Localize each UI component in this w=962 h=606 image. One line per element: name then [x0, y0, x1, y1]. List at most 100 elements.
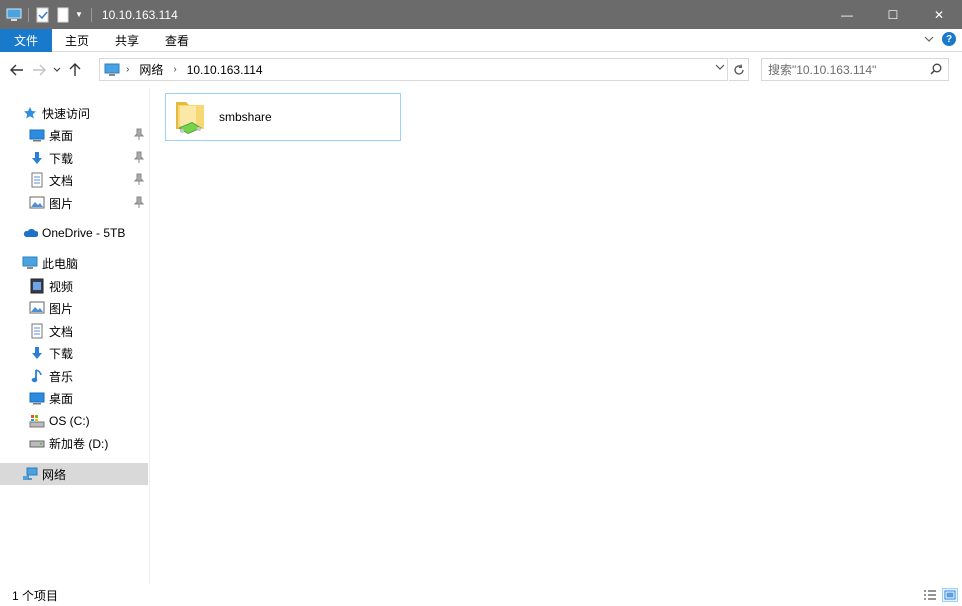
sidebar-item-pictures[interactable]: 图片: [0, 192, 148, 214]
drive-icon: [29, 435, 45, 451]
sidebar-item-label: OS (C:): [49, 414, 90, 428]
sidebar-item-drive-d[interactable]: 新加卷 (D:): [0, 432, 148, 454]
new-file-icon[interactable]: [55, 7, 71, 23]
tab-home[interactable]: 主页: [52, 29, 102, 52]
pin-icon[interactable]: [133, 173, 145, 188]
status-bar: 1 个项目: [0, 584, 962, 606]
minimize-button[interactable]: —: [824, 0, 870, 29]
pin-icon[interactable]: [133, 128, 145, 143]
chevron-right-icon[interactable]: ›: [173, 64, 176, 75]
document-icon: [29, 172, 45, 188]
refresh-button[interactable]: [729, 58, 749, 81]
video-icon: [29, 278, 45, 294]
sidebar-item-label: 文档: [49, 324, 74, 339]
sidebar-item-downloads[interactable]: 下载: [0, 147, 148, 169]
sidebar-item-label: 文档: [49, 173, 74, 188]
sidebar-item-label: 桌面: [49, 128, 74, 143]
arrow-right-icon: [33, 64, 46, 76]
desktop-icon: [29, 390, 45, 406]
recent-locations-button[interactable]: [50, 58, 64, 82]
search-placeholder: 搜索"10.10.163.114": [768, 63, 877, 77]
network-icon: [22, 466, 38, 482]
large-icons-view-button[interactable]: [942, 588, 958, 602]
window-title: 10.10.163.114: [101, 7, 178, 22]
forward-button[interactable]: [28, 58, 50, 82]
details-view-icon: [924, 590, 936, 600]
title-bar: ▼ 10.10.163.114 — ☐ ✕: [0, 0, 962, 29]
picture-icon: [29, 300, 45, 316]
sidebar-item-quick-access[interactable]: 快速访问: [0, 102, 148, 124]
computer-icon[interactable]: [6, 7, 22, 23]
computer-icon: [22, 255, 38, 271]
sidebar-item-label: 网络: [42, 467, 67, 482]
tab-view[interactable]: 查看: [152, 29, 202, 52]
details-view-button[interactable]: [922, 588, 938, 602]
music-note-icon: [29, 368, 45, 384]
share-name: smbshare: [219, 110, 272, 124]
address-bar[interactable]: › 网络 › 10.10.163.114: [99, 58, 728, 81]
sidebar-item-this-pc[interactable]: 此电脑: [0, 252, 148, 274]
chevron-right-icon[interactable]: ›: [126, 64, 129, 75]
list-item[interactable]: smbshare: [165, 93, 401, 141]
help-button[interactable]: ?: [942, 32, 956, 46]
refresh-icon: [733, 63, 744, 75]
sidebar-item-network[interactable]: 网络: [0, 463, 148, 485]
tab-share[interactable]: 共享: [102, 29, 152, 52]
computer-icon: [104, 63, 120, 76]
sidebar-item-downloads-pc[interactable]: 下载: [0, 342, 148, 364]
sidebar-item-desktop-pc[interactable]: 桌面: [0, 387, 148, 409]
chevron-down-icon[interactable]: [715, 63, 725, 71]
sidebar-item-drive-c[interactable]: OS (C:): [0, 410, 148, 432]
navigation-pane: 快速访问 桌面 下载 文档 图片 OneDrive - 5TB 此电脑 视频 图…: [0, 88, 150, 584]
sidebar-item-pictures-pc[interactable]: 图片: [0, 297, 148, 319]
sidebar-item-music[interactable]: 音乐: [0, 365, 148, 387]
download-arrow-icon: [29, 345, 45, 361]
arrow-left-icon: [10, 64, 23, 76]
quick-access-toolbar: ▼: [0, 0, 98, 29]
sidebar-item-label: 下载: [49, 151, 74, 166]
sidebar-item-documents-pc[interactable]: 文档: [0, 320, 148, 342]
sidebar-item-label: OneDrive - 5TB: [42, 226, 126, 240]
search-input[interactable]: 搜索"10.10.163.114": [761, 58, 949, 81]
properties-icon[interactable]: [35, 7, 51, 23]
chevron-down-icon[interactable]: [924, 35, 934, 43]
arrow-up-icon: [69, 63, 81, 76]
download-arrow-icon: [29, 150, 45, 166]
breadcrumb-network[interactable]: 网络: [139, 61, 163, 78]
sidebar-item-label: 桌面: [49, 391, 74, 406]
back-button[interactable]: [6, 58, 28, 82]
sidebar-item-documents[interactable]: 文档: [0, 169, 148, 191]
navigation-bar: › 网络 › 10.10.163.114 搜索"10.10.163.114": [0, 52, 962, 88]
cloud-icon: [22, 225, 38, 241]
sidebar-item-label: 图片: [49, 196, 74, 211]
sidebar-item-label: 图片: [49, 301, 74, 316]
document-icon: [29, 323, 45, 339]
sidebar-item-label: 音乐: [49, 369, 74, 384]
ribbon-tabs: 文件 主页 共享 查看 ?: [0, 28, 962, 52]
tab-file[interactable]: 文件: [0, 28, 52, 52]
sidebar-item-videos[interactable]: 视频: [0, 275, 148, 297]
desktop-icon: [29, 127, 45, 143]
maximize-button[interactable]: ☐: [870, 0, 916, 29]
sidebar-item-label: 下载: [49, 346, 74, 361]
pin-icon[interactable]: [133, 196, 145, 211]
sidebar-item-label: 视频: [49, 279, 74, 294]
toolbar-divider: [28, 7, 29, 22]
pin-icon[interactable]: [133, 151, 145, 166]
customize-toolbar-icon[interactable]: ▼: [75, 10, 83, 19]
system-drive-icon: [29, 413, 45, 429]
up-button[interactable]: [64, 58, 86, 82]
item-count: 1 个项目: [12, 588, 59, 603]
picture-icon: [29, 195, 45, 211]
shared-folder-icon: [176, 102, 204, 134]
sidebar-item-label: 此电脑: [42, 256, 79, 271]
sidebar-item-label: 快速访问: [42, 106, 91, 121]
chevron-down-icon: [53, 67, 61, 72]
tiles-view-icon: [944, 590, 956, 600]
search-icon: [930, 63, 942, 75]
breadcrumb-host[interactable]: 10.10.163.114: [187, 63, 263, 77]
sidebar-item-onedrive[interactable]: OneDrive - 5TB: [0, 222, 148, 244]
toolbar-divider: [90, 7, 92, 22]
close-button[interactable]: ✕: [916, 0, 962, 29]
sidebar-item-desktop[interactable]: 桌面: [0, 124, 148, 146]
